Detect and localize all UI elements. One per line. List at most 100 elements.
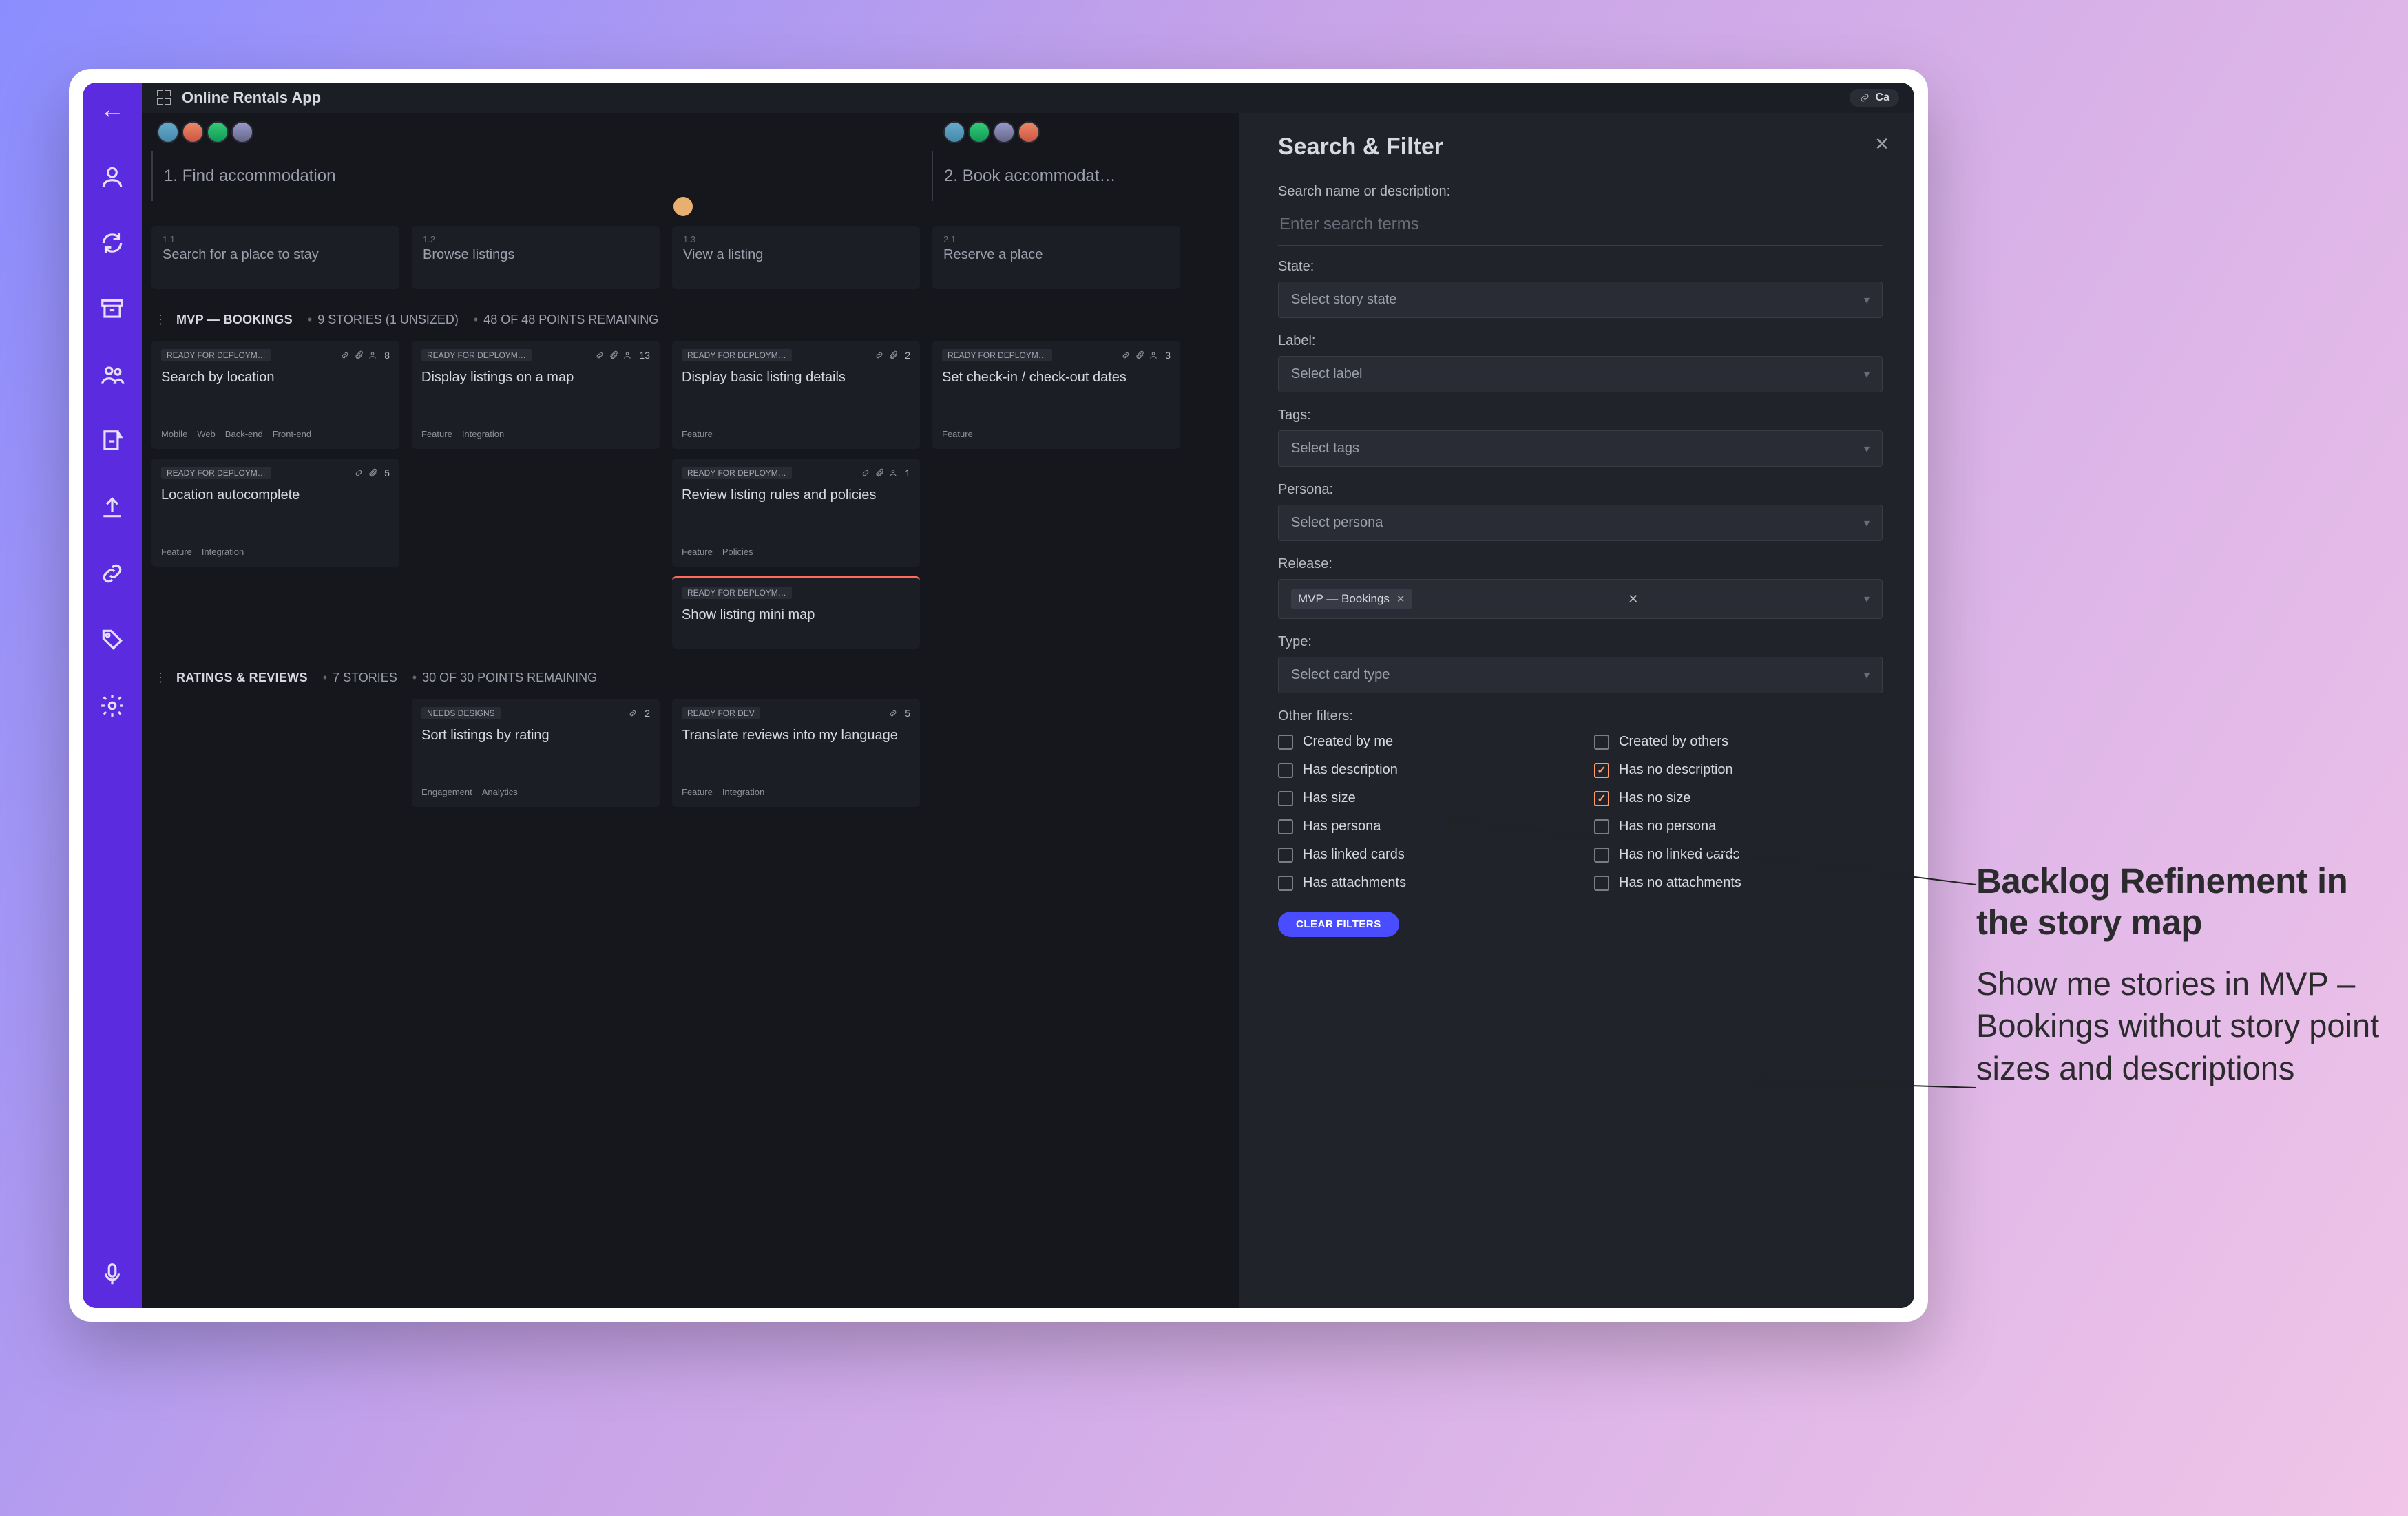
card-tag: Feature <box>421 429 452 439</box>
goal1-avatars <box>145 113 919 151</box>
status-badge: READY FOR DEPLOYM… <box>161 467 271 479</box>
avatar[interactable] <box>231 121 253 143</box>
avatar[interactable] <box>993 121 1015 143</box>
export-icon[interactable] <box>99 428 125 454</box>
share-pill[interactable]: Ca <box>1850 89 1899 107</box>
card-title: Display listings on a map <box>421 368 650 401</box>
step-card[interactable]: 1.3View a listing <box>672 226 920 289</box>
back-button[interactable]: ← <box>100 95 125 124</box>
release-name[interactable]: MVP — BOOKINGS <box>176 313 293 327</box>
card-tag: Web <box>197 429 216 439</box>
story-card[interactable]: READY FOR DEPLOYM…3Set check-in / check-… <box>932 341 1180 449</box>
people-icon[interactable] <box>99 362 125 388</box>
card-tag: Feature <box>682 787 713 797</box>
tags-select[interactable]: Select tags▾ <box>1278 430 1883 467</box>
story-card[interactable]: NEEDS DESIGNS2Sort listings by ratingEng… <box>412 699 660 807</box>
story-card[interactable]: READY FOR DEV5Translate reviews into my … <box>672 699 920 807</box>
card-tag: Feature <box>682 429 713 439</box>
card-tag: Integration <box>202 547 244 557</box>
status-badge: READY FOR DEPLOYM… <box>161 349 271 361</box>
card-tag: Integration <box>722 787 764 797</box>
annotation-arrow <box>1432 792 1983 929</box>
callout-body: Show me stories in MVP – Bookings withou… <box>1976 962 2383 1088</box>
chevron-down-icon: ▾ <box>1864 293 1870 307</box>
avatar[interactable] <box>943 121 965 143</box>
avatar[interactable] <box>182 121 204 143</box>
clear-filters-button[interactable]: CLEAR FILTERS <box>1278 912 1399 937</box>
story-card[interactable]: READY FOR DEPLOYM…5Location autocomplete… <box>151 459 399 567</box>
status-badge: READY FOR DEPLOYM… <box>421 349 532 361</box>
release-menu-icon[interactable]: ⋮ <box>154 671 167 685</box>
checkbox-icon <box>1278 791 1293 806</box>
step-card[interactable]: 1.1Search for a place to stay <box>151 226 399 289</box>
state-select[interactable]: Select story state▾ <box>1278 282 1883 318</box>
story-card[interactable]: READY FOR DEPLOYM… Show listing mini map <box>672 576 920 649</box>
filter-checkbox[interactable]: Has description <box>1278 762 1567 778</box>
status-badge: READY FOR DEPLOYM… <box>682 587 792 599</box>
goal-title[interactable]: 1. Find accommodation <box>151 151 919 201</box>
app-window: ← Online Rentals App Ca <box>69 69 1928 1322</box>
person-icon[interactable] <box>99 164 125 190</box>
status-badge: READY FOR DEPLOYM… <box>682 349 792 361</box>
card-title: Show listing mini map <box>682 606 910 639</box>
type-select[interactable]: Select card type▾ <box>1278 657 1883 693</box>
card-tag: Feature <box>682 547 713 557</box>
checkbox-icon <box>1278 819 1293 834</box>
checkbox-icon <box>1278 763 1293 778</box>
label-select[interactable]: Select label▾ <box>1278 356 1883 392</box>
release-chip[interactable]: MVP — Bookings✕ <box>1291 589 1412 609</box>
tag-icon[interactable] <box>99 627 125 653</box>
archive-icon[interactable] <box>99 296 125 322</box>
release-select[interactable]: MVP — Bookings✕ ✕ ▾ <box>1278 579 1883 619</box>
checkbox-icon <box>1278 735 1293 750</box>
app-title: Online Rentals App <box>182 89 321 107</box>
chevron-down-icon: ▾ <box>1864 442 1870 456</box>
sidebar: ← <box>83 83 142 1308</box>
callout: Backlog Refinement in the story map Show… <box>1976 861 2383 1089</box>
filter-checkbox[interactable]: Created by others <box>1594 734 1883 750</box>
story-card[interactable]: READY FOR DEPLOYM…1Review listing rules … <box>672 459 920 567</box>
close-icon[interactable]: ✕ <box>1874 134 1889 155</box>
release-menu-icon[interactable]: ⋮ <box>154 313 167 327</box>
checkbox-icon <box>1594 735 1609 750</box>
status-badge: READY FOR DEV <box>682 707 760 719</box>
avatar[interactable] <box>968 121 990 143</box>
grid-icon <box>157 90 172 105</box>
search-label: Search name or description: <box>1278 184 1883 200</box>
gear-icon[interactable] <box>99 693 125 719</box>
story-card[interactable]: READY FOR DEPLOYM…8Search by locationMob… <box>151 341 399 449</box>
annotation-arrow <box>1749 1060 1983 1129</box>
search-input[interactable] <box>1278 207 1883 246</box>
avatar[interactable] <box>157 121 179 143</box>
checkbox-icon <box>1278 848 1293 863</box>
clear-field-icon[interactable]: ✕ <box>1628 592 1638 607</box>
mic-icon[interactable] <box>99 1261 125 1287</box>
persona-avatar-small[interactable] <box>673 197 693 216</box>
filter-checkbox[interactable]: Has no description <box>1594 762 1883 778</box>
chevron-down-icon: ▾ <box>1864 592 1870 606</box>
link-icon[interactable] <box>99 560 125 587</box>
step-card[interactable]: 2.1Reserve a place <box>932 226 1180 289</box>
release-name[interactable]: RATINGS & REVIEWS <box>176 671 308 685</box>
app-inner: ← Online Rentals App Ca <box>83 83 1914 1308</box>
card-title: Set check-in / check-out dates <box>942 368 1171 401</box>
card-title: Translate reviews into my language <box>682 726 910 759</box>
status-badge: READY FOR DEPLOYM… <box>682 467 792 479</box>
persona-select[interactable]: Select persona▾ <box>1278 505 1883 541</box>
story-card[interactable]: READY FOR DEPLOYM…2Display basic listing… <box>672 341 920 449</box>
goal-title[interactable]: 2. Book accommodat… <box>932 151 1180 201</box>
callout-heading: Backlog Refinement in the story map <box>1976 861 2383 943</box>
card-title: Sort listings by rating <box>421 726 650 759</box>
card-tag: Feature <box>942 429 973 439</box>
story-card[interactable]: READY FOR DEPLOYM…13Display listings on … <box>412 341 660 449</box>
step-card[interactable]: 1.2Browse listings <box>412 226 660 289</box>
avatar[interactable] <box>1018 121 1040 143</box>
card-tag: Engagement <box>421 787 472 797</box>
card-tag: Integration <box>462 429 504 439</box>
status-badge: NEEDS DESIGNS <box>421 707 501 719</box>
remove-chip-icon[interactable]: ✕ <box>1396 593 1405 605</box>
refresh-icon[interactable] <box>99 230 125 256</box>
avatar[interactable] <box>207 121 229 143</box>
filter-checkbox[interactable]: Created by me <box>1278 734 1567 750</box>
upload-icon[interactable] <box>99 494 125 520</box>
